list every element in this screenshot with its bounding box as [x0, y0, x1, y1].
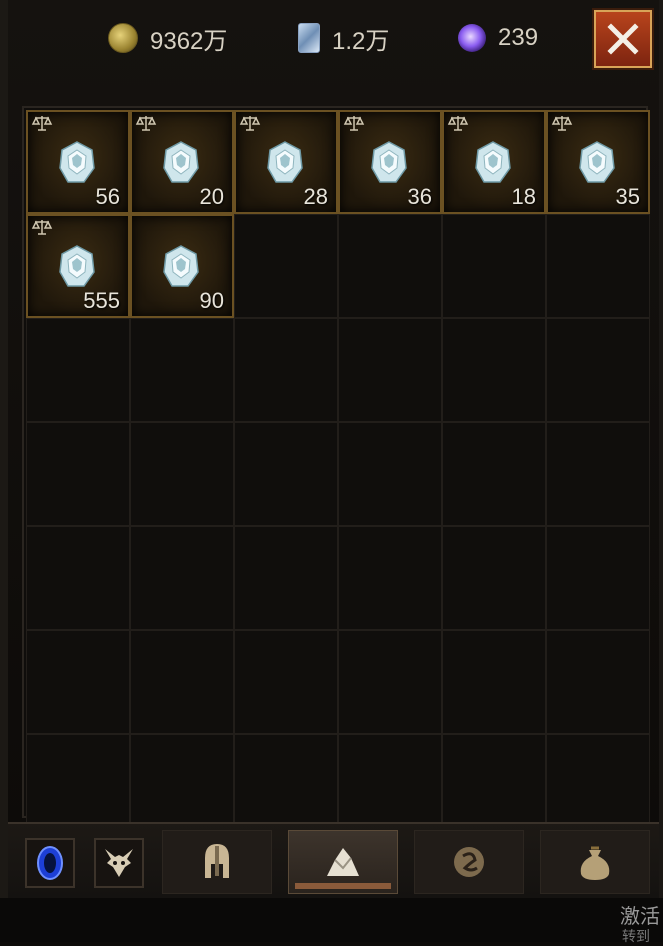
- scale-icon: [31, 116, 53, 131]
- inventory-slot: [26, 422, 130, 526]
- inventory-slot: [442, 214, 546, 318]
- inventory-slot: [442, 318, 546, 422]
- portal-icon: [37, 846, 63, 880]
- item-quantity: 28: [303, 184, 328, 209]
- crystal-icon: [298, 23, 320, 53]
- item-quantity: 35: [615, 184, 640, 209]
- inventory-slot: [130, 318, 234, 422]
- inventory-slot: [234, 526, 338, 630]
- sack-icon: [580, 846, 610, 880]
- inventory-slot: [234, 630, 338, 734]
- inventory-slot: [338, 318, 442, 422]
- inventory-slot: [546, 630, 650, 734]
- inventory-slot: [338, 214, 442, 318]
- gem-icon: [59, 245, 95, 287]
- gold-amount: 9362万: [150, 27, 228, 55]
- inventory-slot: [234, 214, 338, 318]
- gem-icon: [267, 141, 303, 183]
- gold-currency: 9362万: [108, 21, 278, 56]
- bottom-edge: [0, 898, 663, 942]
- orb-currency: 239: [458, 24, 598, 52]
- close-icon: [607, 23, 639, 55]
- inventory-slot: [26, 630, 130, 734]
- item-quantity: 555: [83, 288, 120, 313]
- activate-watermark-sub: 转到: [622, 928, 650, 944]
- crystal-currency: 1.2万: [298, 21, 438, 56]
- scale-icon: [31, 220, 53, 235]
- inventory-slot: [26, 318, 130, 422]
- inventory-slot: [442, 422, 546, 526]
- inventory-slot[interactable]: 20: [130, 110, 234, 214]
- inventory-slot: [130, 526, 234, 630]
- inventory-slot: [442, 630, 546, 734]
- orb-amount: 239: [498, 24, 539, 51]
- item-quantity: 20: [199, 184, 224, 209]
- scale-icon: [343, 116, 365, 131]
- rune-icon: [454, 847, 484, 877]
- orb-icon: [458, 24, 486, 52]
- demon-tab[interactable]: [94, 838, 144, 888]
- gem-icon: [163, 141, 199, 183]
- inventory-slot: [234, 422, 338, 526]
- inventory-grid: 56 20 28 36 18 35 555 90: [22, 106, 650, 838]
- gem-icon: [163, 245, 199, 287]
- rune-tab[interactable]: [414, 830, 524, 894]
- inventory-slot: [546, 422, 650, 526]
- inventory-slot: [338, 630, 442, 734]
- activate-watermark: 激活: [620, 906, 660, 928]
- inventory-slot[interactable]: 56: [26, 110, 130, 214]
- inventory-slot: [26, 526, 130, 630]
- inventory-slot: [546, 526, 650, 630]
- inventory-slot: [442, 526, 546, 630]
- scale-icon: [447, 116, 469, 131]
- equipment-tab[interactable]: [162, 830, 272, 894]
- gem-icon: [475, 141, 511, 183]
- scale-icon: [135, 116, 157, 131]
- portal-tab[interactable]: [25, 838, 75, 888]
- gem-icon: [579, 141, 615, 183]
- bottom-tab-bar: [8, 822, 659, 898]
- inventory-slot[interactable]: 18: [442, 110, 546, 214]
- inventory-slot[interactable]: 555: [26, 214, 130, 318]
- demon-icon: [105, 849, 133, 877]
- inventory-slot: [338, 422, 442, 526]
- inventory-slot[interactable]: 90: [130, 214, 234, 318]
- inventory-slot: [338, 526, 442, 630]
- inventory-slot: [546, 318, 650, 422]
- bag-tab[interactable]: [540, 830, 650, 894]
- inventory-slot[interactable]: 28: [234, 110, 338, 214]
- close-button[interactable]: [594, 10, 652, 68]
- crystal-amount: 1.2万: [332, 27, 390, 55]
- inventory-slot[interactable]: 36: [338, 110, 442, 214]
- scale-icon: [551, 116, 573, 131]
- item-quantity: 56: [95, 184, 120, 209]
- item-quantity: 18: [511, 184, 536, 209]
- item-quantity: 36: [407, 184, 432, 209]
- scale-icon: [239, 116, 261, 131]
- gold-coin-icon: [108, 23, 138, 53]
- gem-icon: [371, 141, 407, 183]
- gem-icon: [59, 141, 95, 183]
- inventory-slot[interactable]: 35: [546, 110, 650, 214]
- item-quantity: 90: [199, 288, 224, 313]
- inventory-slot: [130, 422, 234, 526]
- inventory-slot: [130, 630, 234, 734]
- helmet-icon: [205, 844, 229, 878]
- materials-tab[interactable]: [288, 830, 398, 894]
- inventory-slot: [546, 214, 650, 318]
- inventory-slot: [234, 318, 338, 422]
- gem-pile-icon: [327, 848, 359, 876]
